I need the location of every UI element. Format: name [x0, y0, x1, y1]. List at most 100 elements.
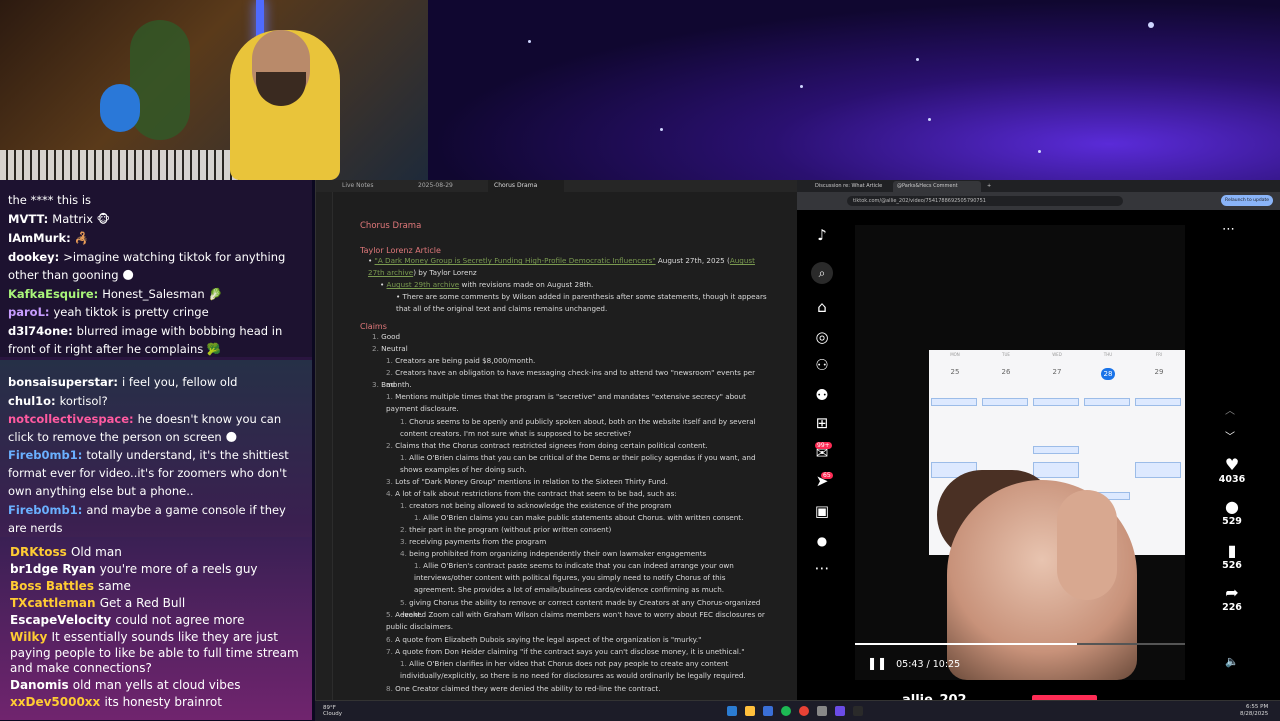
like-action[interactable]: ♥ 4036 [1217, 456, 1247, 486]
chat-top-username[interactable]: MVTT: [8, 212, 52, 226]
tab-chorus-drama[interactable]: Chorus Drama [488, 180, 564, 192]
calendar-event [1033, 446, 1079, 454]
tiktok-sidebar: ♪ ⌕ ⌂ ◎ ⚇ ⚉ ⊞ ✉ 99+ ➤ 65 ▣ ● ⋯ [797, 210, 855, 700]
pause-icon[interactable]: ❚❚ [867, 656, 887, 670]
chat-mid-username[interactable]: chul1o: [8, 394, 60, 408]
claim-text: being prohibited from organizing indepen… [409, 549, 707, 558]
byline: by Taylor Lorenz [418, 268, 477, 277]
chat-mid-message: Fireb0mb1: totally understand, it's the … [8, 446, 308, 500]
claim-text: One Creator claimed they were denied the… [395, 684, 661, 693]
claim-text: Creators are being paid $8,000/month. [395, 356, 536, 365]
chat-top-username[interactable]: KafkaEsquire: [8, 287, 102, 301]
bookmark-icon: ▮ [1227, 541, 1237, 560]
chat-mid-username[interactable]: Fireb0mb1: [8, 503, 86, 517]
edge-icon[interactable] [763, 706, 773, 716]
chat-top-message: d3l74one: blurred image with bobbing hea… [8, 322, 308, 358]
tiktok-logo-icon[interactable]: ♪ [811, 224, 833, 246]
tab-2025-08-29[interactable]: 2025-08-29 [412, 180, 488, 192]
chat-bottom-message: Wilky It essentially sounds like they ar… [10, 630, 306, 677]
chat-bottom-text: could not agree more [115, 613, 245, 627]
steam-icon[interactable] [853, 706, 863, 716]
archive-line: • August 29th archive with revisions mad… [380, 280, 594, 289]
start-icon[interactable] [727, 706, 737, 716]
url-field[interactable]: tiktok.com/@allie_202/video/754178869250… [847, 196, 1123, 206]
chat-mid-message: chul1o: kortisol? [8, 392, 308, 410]
explore-icon[interactable]: ◎ [811, 326, 833, 348]
profile-avatar[interactable]: ● [811, 530, 833, 552]
calendar-date: 25 [950, 368, 960, 376]
calendar-weekday: THU [1103, 352, 1113, 357]
chat-top-username[interactable]: paroL: [8, 305, 54, 319]
chat-bottom-username[interactable]: TXcattleman [10, 596, 100, 610]
save-action[interactable]: ▮ 526 [1217, 541, 1247, 572]
chat-mid-username[interactable]: notcollectivespace: [8, 412, 138, 426]
live-icon[interactable]: ▣ [811, 500, 833, 522]
claim-item: 2. their part in the program (without pr… [400, 524, 766, 536]
video-time: 05:43 / 10:25 [896, 659, 961, 670]
calendar-weekday: MON [950, 352, 960, 357]
claim-number: 1. [386, 356, 396, 365]
claim-number: 7. [386, 647, 396, 656]
claim-item: 6. A quote from Elizabeth Dubois saying … [386, 634, 766, 646]
claim-number: 2. [386, 368, 396, 377]
claim-number: 8. [386, 684, 396, 693]
file-explorer-icon[interactable] [745, 706, 755, 716]
weather-widget[interactable]: 89°F Cloudy [323, 705, 342, 717]
claim-number: 1. [372, 332, 382, 341]
new-tab-button[interactable]: + [983, 181, 997, 192]
chat-mid-username[interactable]: Fireb0mb1: [8, 448, 86, 462]
note-content[interactable]: Chorus Drama Taylor Lorenz Article • "A … [360, 218, 780, 708]
claim-text: A quote from Elizabeth Dubois saying the… [395, 635, 702, 644]
calendar-date: 27 [1052, 368, 1062, 376]
chat-bottom-message: xxDev5000xx its honesty brainrot [10, 695, 306, 711]
claim-item: 7. A quote from Don Heider claiming "if … [386, 646, 766, 658]
browser-tab-discussion[interactable]: Discussion re: What Article are [811, 181, 891, 200]
more-options-icon[interactable]: ⋯ [1222, 222, 1235, 237]
chat-top-username[interactable]: dookey: [8, 250, 63, 264]
notes-ribbon[interactable] [316, 192, 333, 720]
claim-number: 1. [400, 501, 410, 510]
upload-icon[interactable]: ⊞ [811, 412, 833, 434]
calendar-event [931, 398, 977, 406]
chat-mid-username[interactable]: bonsaisuperstar: [8, 375, 122, 389]
chat-top-username[interactable]: IAmMurk: [8, 231, 75, 245]
relaunch-button[interactable]: Relaunch to update [1221, 195, 1273, 206]
chat-bottom-message: Danomis old man yells at cloud vibes [10, 678, 306, 694]
chat-bottom-message: DRKtoss Old man [10, 545, 306, 561]
plant-decor [130, 20, 190, 140]
archive-link-2[interactable]: August 29th archive [387, 280, 460, 289]
chat-top-username[interactable]: d3l74one: [8, 324, 77, 338]
more-icon[interactable]: ⋯ [811, 557, 833, 579]
chat-bottom-username[interactable]: Boss Battles [10, 579, 98, 593]
claim-item: 3. receiving payments from the program [400, 536, 766, 548]
article-link[interactable]: "A Dark Money Group is Secretly Funding … [375, 256, 656, 265]
chat-top-text: Mattrix 🐵 [52, 212, 110, 226]
following-icon[interactable]: ⚇ [811, 354, 833, 376]
chat-bottom-username[interactable]: EscapeVelocity [10, 613, 115, 627]
share-action[interactable]: ➦ 226 [1217, 584, 1247, 614]
chat-top-message: KafkaEsquire: Honest_Salesman 🥬 [8, 285, 308, 303]
settings-icon[interactable] [817, 706, 827, 716]
browser-tabbar: Discussion re: What Article are @Parks&H… [797, 180, 1280, 200]
claim-number: 5. [400, 598, 410, 607]
spotify-icon[interactable] [781, 706, 791, 716]
friends-icon[interactable]: ⚉ [811, 384, 833, 406]
comment-action[interactable]: ● 529 [1217, 498, 1247, 528]
chrome-icon[interactable] [799, 706, 809, 716]
search-icon[interactable]: ⌕ [811, 262, 833, 284]
chat-bottom-username[interactable]: Wilky [10, 630, 51, 644]
volume-icon[interactable]: 🔈 [1225, 655, 1239, 668]
obsidian-icon[interactable] [835, 706, 845, 716]
home-icon[interactable]: ⌂ [811, 296, 833, 318]
chat-bottom-username[interactable]: Danomis [10, 678, 73, 692]
browser-tab-tiktok[interactable]: @Parks&Hecs Comment [893, 181, 981, 192]
chat-top-message: the **** this is [8, 191, 308, 209]
claim-number: 6. [386, 635, 396, 644]
chat-bottom-username[interactable]: DRKtoss [10, 545, 71, 559]
chat-bottom-username[interactable]: br1dge Ryan [10, 562, 100, 576]
chat-bottom-message: TXcattleman Get a Red Bull [10, 596, 306, 612]
system-clock[interactable]: 6:55 PM 8/28/2025 [1240, 704, 1268, 718]
chat-bottom-username[interactable]: xxDev5000xx [10, 695, 104, 709]
tab-live-notes[interactable]: Live Notes [336, 180, 412, 192]
chat-top-message: paroL: yeah tiktok is pretty cringe [8, 303, 308, 321]
